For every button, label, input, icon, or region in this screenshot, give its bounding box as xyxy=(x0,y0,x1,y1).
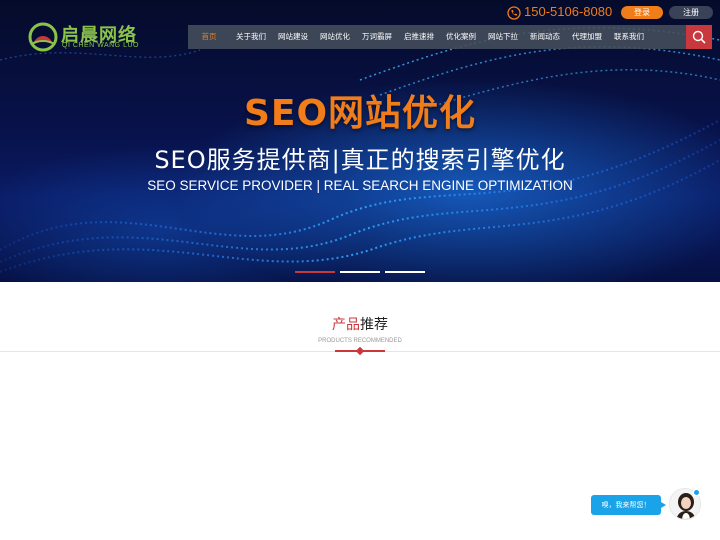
brand-name-en: QI CHEN WANG LUO xyxy=(62,42,139,49)
nav-item-dropdown[interactable]: 网站下拉 xyxy=(482,25,524,49)
carousel-dot-3[interactable] xyxy=(385,271,425,273)
nav-item-contact[interactable]: 联系我们 xyxy=(608,25,650,49)
site-logo[interactable]: 启晨网络 QI CHEN WANG LUO xyxy=(28,22,138,52)
register-button[interactable]: 注册 xyxy=(669,6,713,19)
section-subtitle-en: PRODUCTS RECOMMENDED xyxy=(318,338,402,344)
nav-item-agent[interactable]: 代理加盟 xyxy=(566,25,608,49)
chat-bubble[interactable]: 嗅，我来帮您！ xyxy=(591,495,666,515)
nav-item-web-build[interactable]: 网站建设 xyxy=(272,25,314,49)
login-button[interactable]: 登录 xyxy=(621,6,663,19)
phone-icon xyxy=(507,6,521,20)
main-nav: 首页 关于我们 网站建设 网站优化 万词霸屏 启推速排 优化案例 网站下拉 新闻… xyxy=(188,25,686,49)
carousel-dot-2[interactable] xyxy=(340,271,380,273)
nav-item-news[interactable]: 新闻动态 xyxy=(524,25,566,49)
nav-item-seo[interactable]: 网站优化 xyxy=(314,25,356,49)
section-divider-diamond xyxy=(355,346,365,356)
nav-item-about[interactable]: 关于我们 xyxy=(230,25,272,49)
carousel-dot-1[interactable] xyxy=(295,271,335,273)
section-title-highlight: 产品 xyxy=(332,317,360,333)
carousel-pagination xyxy=(295,271,425,273)
online-status-dot xyxy=(693,489,700,496)
nav-item-wanci[interactable]: 万词霸屏 xyxy=(356,25,398,49)
search-button[interactable] xyxy=(686,25,712,49)
search-icon xyxy=(692,30,706,44)
hero-title: SEO网站优化 xyxy=(243,93,477,134)
hero-subtitle-en: SEO SERVICE PROVIDER | REAL SEARCH ENGIN… xyxy=(147,178,573,193)
nav-item-cases[interactable]: 优化案例 xyxy=(440,25,482,49)
hero-subtitle: SEO服务提供商|真正的搜索引擎优化 xyxy=(154,146,566,174)
section-title-rest: 推荐 xyxy=(360,317,388,333)
nav-item-qitui[interactable]: 启推速排 xyxy=(398,25,440,49)
logo-mark-icon xyxy=(28,22,58,52)
nav-item-home[interactable]: 首页 xyxy=(188,25,230,49)
phone-number[interactable]: 150-5106-8080 xyxy=(524,4,612,19)
section-title: 产品推荐 xyxy=(0,314,720,334)
